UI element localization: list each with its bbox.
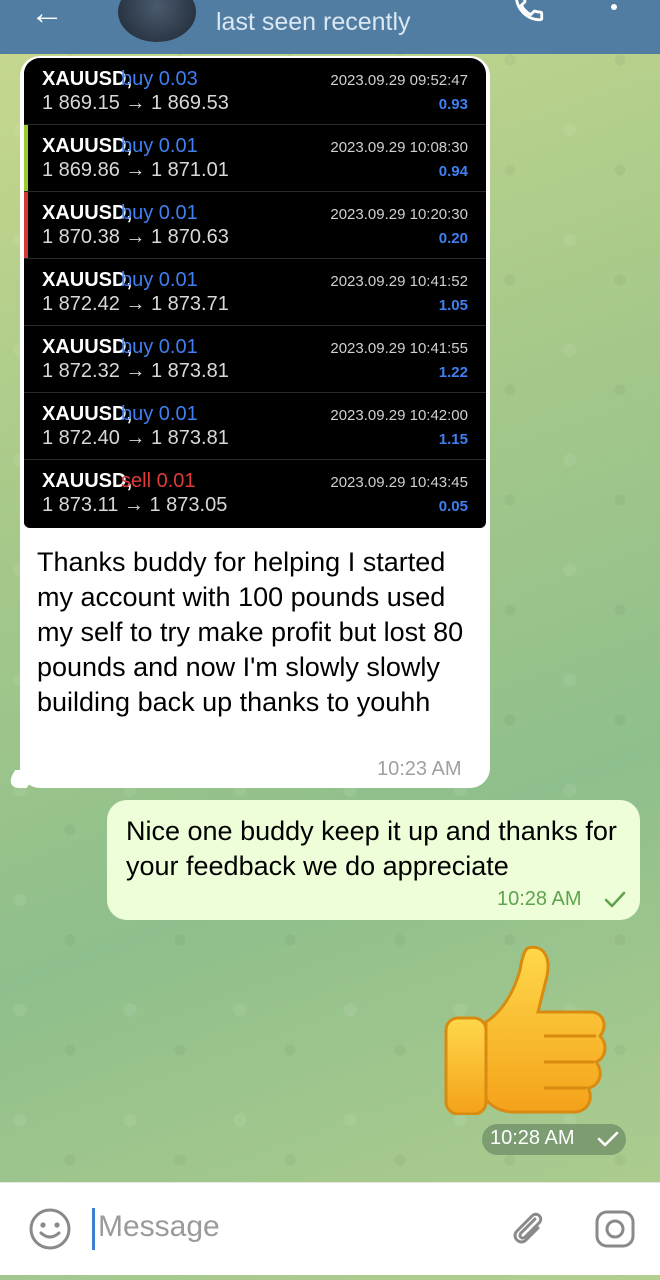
trade-time: 2023.09.29 10:43:45 [330,474,468,491]
trade-symbol: XAUUSD, [42,269,133,291]
trade-profit: 1.15 [438,431,468,448]
more-vertical-icon[interactable] [604,0,624,22]
trade-profit: 0.94 [438,163,468,180]
trade-prices: 1 869.86 → 1 871.01 [42,159,229,181]
trade-prices: 1 872.32 → 1 873.81 [42,360,229,382]
trade-symbol: XAUUSD, [42,202,133,224]
message-input[interactable] [98,1204,498,1250]
trade-row: XAUUSD, buy 0.01 1 872.42 → 1 873.71 202… [24,259,486,326]
trade-row-marker [24,125,28,191]
text-cursor [92,1208,95,1250]
trade-time: 2023.09.29 10:08:30 [330,139,468,156]
trade-symbol: XAUUSD, [42,403,133,425]
trade-symbol: XAUUSD, [42,470,133,492]
trade-side: sell 0.01 [121,470,196,492]
trade-row-marker [24,192,28,258]
trade-time: 2023.09.29 10:41:52 [330,273,468,290]
trade-prices: 1 872.40 → 1 873.81 [42,427,229,449]
trade-side: buy 0.01 [121,135,198,157]
outgoing-message-time: 10:28 AM [497,888,582,910]
trade-symbol: XAUUSD, [42,336,133,358]
trade-time: 2023.09.29 09:52:47 [330,72,468,89]
trade-row-marker [24,58,28,124]
trade-symbol: XAUUSD, [42,135,133,157]
phone-icon[interactable] [512,0,546,24]
trade-profit: 0.20 [438,230,468,247]
trade-side: buy 0.03 [121,68,198,90]
avatar[interactable] [118,0,196,42]
trade-profit: 1.22 [438,364,468,381]
trade-side: buy 0.01 [121,269,198,291]
trade-time: 2023.09.29 10:20:30 [330,206,468,223]
trade-prices: 1 872.42 → 1 873.71 [42,293,229,315]
trade-time: 2023.09.29 10:42:00 [330,407,468,424]
back-arrow-icon[interactable]: ← [30,0,64,33]
trade-row: XAUUSD, buy 0.01 1 872.32 → 1 873.81 202… [24,326,486,393]
check-icon [597,1131,619,1147]
trade-row-marker [24,326,28,392]
trade-row: XAUUSD, buy 0.01 1 870.38 → 1 870.63 202… [24,192,486,259]
trade-row-marker [24,393,28,459]
trade-prices: 1 869.15 → 1 869.53 [42,92,229,114]
trade-prices: 1 870.38 → 1 870.63 [42,226,229,248]
trade-row: XAUUSD, sell 0.01 1 873.11 → 1 873.05 20… [24,460,486,526]
trade-side: buy 0.01 [121,202,198,224]
trade-prices: 1 873.11 → 1 873.05 [42,494,228,516]
trade-row-marker [24,460,28,526]
incoming-message-text: Thanks buddy for helping I started my ac… [37,547,464,717]
last-seen-status: last seen recently [216,8,411,36]
outgoing-message-text: Nice one buddy keep it up and thanks for… [126,816,617,881]
chat-header: ← last seen recently [0,0,660,54]
trade-side: buy 0.01 [121,403,198,425]
trade-row-marker [24,259,28,325]
emoji-message-time: 10:28 AM [490,1127,575,1149]
trade-row: XAUUSD, buy 0.01 1 872.40 → 1 873.81 202… [24,393,486,460]
trade-profit: 1.05 [438,297,468,314]
trade-profit: 0.05 [438,498,468,515]
paperclip-icon[interactable] [505,1205,551,1251]
smile-icon[interactable] [28,1207,72,1251]
trade-row: XAUUSD, buy 0.01 1 869.86 → 1 871.01 202… [24,125,486,192]
trade-time: 2023.09.29 10:41:55 [330,340,468,357]
trade-symbol: XAUUSD, [42,68,133,90]
trade-row: XAUUSD, buy 0.03 1 869.15 → 1 869.53 202… [24,58,486,125]
trade-history-image[interactable]: XAUUSD, buy 0.03 1 869.15 → 1 869.53 202… [24,58,486,528]
camera-icon[interactable] [592,1206,638,1252]
trade-side: buy 0.01 [121,336,198,358]
check-icon [604,891,626,908]
thumbs-up-emoji[interactable] [440,940,610,1115]
incoming-message-time: 10:23 AM [377,758,462,780]
trade-profit: 0.93 [438,96,468,113]
